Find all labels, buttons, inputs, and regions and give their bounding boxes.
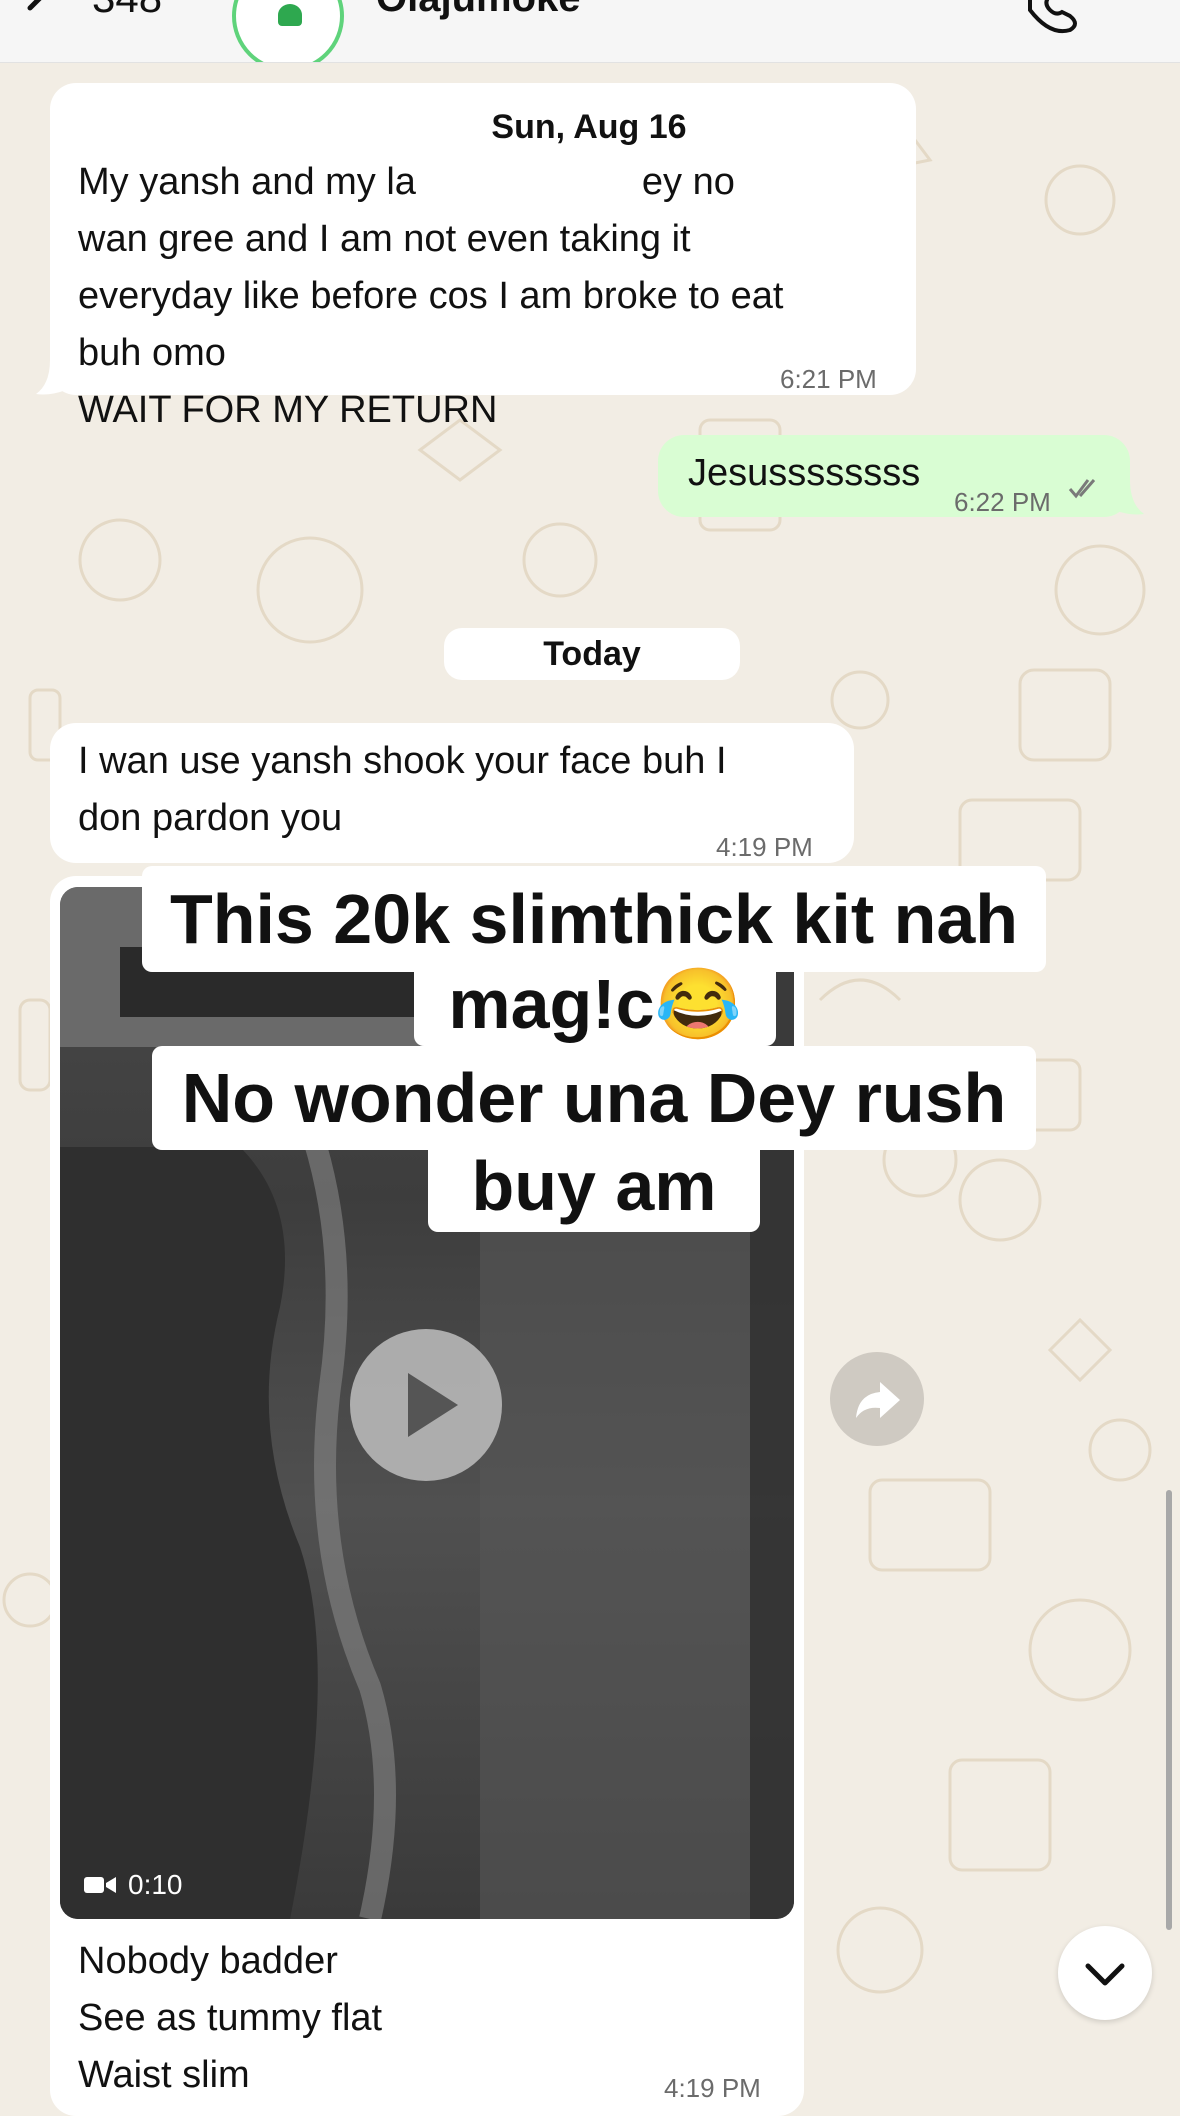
back-chevron-icon[interactable] [22,0,62,32]
scrollbar[interactable] [1166,1490,1172,1930]
message-time: 6:22 PM [954,487,1051,517]
date-separator-sticky: Sun, Aug 16 [462,102,716,152]
double-check-icon [1068,479,1096,499]
bubble-tail [1114,480,1144,515]
call-icon[interactable] [1020,0,1080,36]
message-text: Jesussssssss [688,452,921,494]
message-time: 4:19 PM [664,2073,761,2103]
chat-header: 348 Olajumoke [0,0,1180,63]
message-bubble-incoming[interactable]: I wan use yansh shook your face buh I do… [50,723,854,863]
video-duration: 0:10 [128,1869,183,1900]
chevron-down-icon [1085,1963,1125,1986]
message-text: ey no [641,161,735,203]
message-bubble-outgoing[interactable]: Jesussssssss 6:22 PM [658,435,1130,517]
video-camera-icon [84,1877,116,1893]
forward-icon[interactable] [830,1352,924,1446]
message-text: wan gree and I am not even taking it eve… [78,218,784,431]
scroll-to-bottom-button[interactable] [1058,1926,1152,2020]
unread-count[interactable]: 348 [92,0,162,22]
play-icon[interactable] [350,1329,502,1481]
avatar-icon[interactable] [232,0,344,62]
contact-name[interactable]: Olajumoke [376,0,581,21]
caption-overlay-line: mag!c😂 [414,962,776,1046]
caption-overlay-line: This 20k slimthick kit nah [142,866,1046,972]
message-text: My yansh and my la [78,161,416,203]
bubble-tail [36,360,66,395]
caption-overlay-line: No wonder una Dey rush [152,1046,1036,1150]
video-caption-text: Nobody badder See as tummy flat Waist sl… [78,1940,383,2096]
caption-overlay-line: buy am [428,1140,760,1232]
message-time: 6:21 PM [780,364,877,394]
date-separator-today: Today [444,628,740,680]
message-text: I wan use yansh shook your face buh I do… [78,740,727,839]
